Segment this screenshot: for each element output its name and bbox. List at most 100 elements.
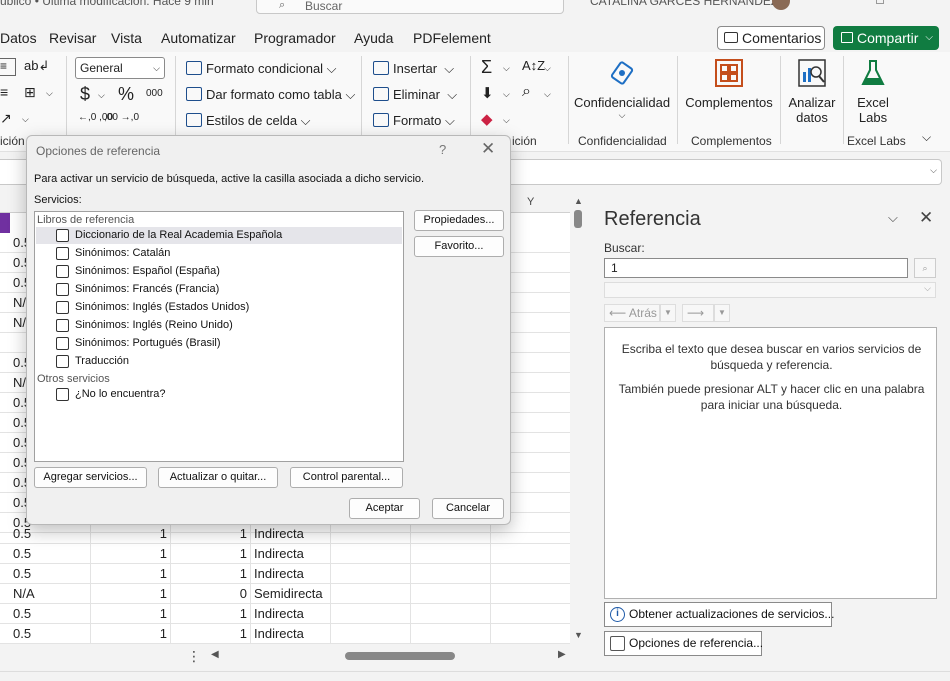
forward-dropdown[interactable]: ▼ [714,304,730,322]
favorite-button[interactable]: Favorito... [414,236,504,257]
ok-button[interactable]: Aceptar [349,498,420,519]
chevron-down-icon[interactable]: ⌵ [46,88,53,99]
service-checkbox[interactable] [56,229,69,242]
service-item[interactable]: Diccionario de la Real Academia Española [36,227,402,244]
scroll-down-icon[interactable]: ▼ [574,630,583,640]
align-left-icon[interactable]: ≡ [0,58,16,76]
cell-f[interactable] [411,564,491,584]
table-row[interactable]: 0.5 1 1 Indirecta [0,604,570,624]
cell-d[interactable]: Indirecta [251,604,331,624]
chevron-down-icon[interactable]: ⌵ [98,90,105,101]
cell-e[interactable] [331,564,411,584]
cell-d[interactable]: Indirecta [251,564,331,584]
chevron-down-icon[interactable]: ⌵ [925,26,933,50]
cell-g[interactable] [491,584,570,604]
cell-g[interactable] [491,564,570,584]
cell-a[interactable]: 0.5 [10,544,91,564]
reference-options-button[interactable]: Opciones de referencia... [604,631,763,656]
decrease-decimal-button[interactable]: ,00 →,0 [104,112,139,123]
cell-e[interactable] [331,584,411,604]
tab-automatizar[interactable]: Automatizar [161,30,236,46]
table-row[interactable]: 0.5 1 1 Indirecta [0,544,570,564]
service-checkbox[interactable] [56,319,69,332]
service-checkbox[interactable] [56,337,69,350]
highlighted-cell[interactable] [0,213,10,233]
format-button[interactable]: Formato ⌵ [373,113,455,129]
wrap-text-icon[interactable]: ab↲ [24,58,49,74]
cell-c[interactable]: 1 [171,624,251,644]
collapse-ribbon-icon[interactable]: ⌵ [922,130,931,145]
number-format-select[interactable]: General ⌵ [75,57,165,79]
cell-b[interactable]: 1 [91,584,171,604]
cell-f[interactable] [411,624,491,644]
table-row[interactable]: 0.5 1 1 Indirecta [0,524,570,544]
clear-icon[interactable]: ◆ [481,110,493,128]
thousands-button[interactable]: 000 [146,88,163,99]
comments-button[interactable]: Comentarios [717,26,825,50]
orientation-icon[interactable]: ↗ [0,110,12,127]
table-row[interactable]: N/A 1 0 Semidirecta [0,584,570,604]
service-checkbox[interactable] [56,283,69,296]
cell-b[interactable]: 1 [91,524,171,544]
service-checkbox[interactable] [56,265,69,278]
service-item[interactable]: Sinónimos: Inglés (Reino Unido) [36,317,402,334]
cell-c[interactable]: 1 [171,564,251,584]
scroll-left-icon[interactable]: ◀ [211,649,219,660]
cell-e[interactable] [331,604,411,624]
excel-labs-button[interactable]: Excel Labs [848,58,898,125]
cell-f[interactable] [411,544,491,564]
pane-options-icon[interactable]: ⌵ [888,210,898,226]
percent-button[interactable]: % [118,84,134,105]
back-button[interactable]: ⟵ Atrás [604,304,660,322]
table-row[interactable]: 0.5 1 1 Indirecta [0,624,570,644]
properties-button[interactable]: Propiedades... [414,210,504,231]
cell-f[interactable] [411,604,491,624]
services-list[interactable]: Libros de referencia Diccionario de la R… [34,211,404,462]
autosum-icon[interactable]: Σ [481,57,492,78]
cell-e[interactable] [331,524,411,544]
format-as-table-button[interactable]: Dar formato como tabla ⌵ [186,87,355,103]
tab-vista[interactable]: Vista [111,30,142,46]
delete-button[interactable]: Eliminar ⌵ [373,87,457,103]
vertical-scroll-thumb[interactable] [574,210,582,228]
cell-g[interactable] [491,544,570,564]
merge-cells-icon[interactable]: ⊞ [24,84,36,101]
back-dropdown[interactable]: ▼ [660,304,676,322]
start-search-icon[interactable]: ⌕ [914,258,936,278]
tab-ayuda[interactable]: Ayuda [354,30,393,46]
service-item[interactable]: Sinónimos: Portugués (Brasil) [36,335,402,352]
cell-g[interactable] [491,524,570,544]
analyze-data-button[interactable]: Analizar datos [786,58,838,125]
conditional-format-button[interactable]: Formato condicional ⌵ [186,61,337,77]
service-item[interactable]: ¿No lo encuentra? [36,386,402,403]
cell-d[interactable]: Indirecta [251,624,331,644]
cell-d[interactable]: Indirecta [251,524,331,544]
service-item[interactable]: Sinónimos: Inglés (Estados Unidos) [36,299,402,316]
cell-c[interactable]: 1 [171,544,251,564]
update-remove-button[interactable]: Actualizar o quitar... [158,467,278,488]
forward-button[interactable]: ⟶ [682,304,714,322]
cell-a[interactable]: 0.5 [10,604,91,624]
scroll-up-icon[interactable]: ▲ [574,196,583,206]
currency-button[interactable]: $ [80,84,90,105]
add-services-button[interactable]: Agregar servicios... [34,467,147,488]
cell-b[interactable]: 1 [91,564,171,584]
cancel-button[interactable]: Cancelar [432,498,504,519]
service-item[interactable]: Traducción [36,353,402,370]
service-checkbox[interactable] [56,388,69,401]
cell-d[interactable]: Indirecta [251,544,331,564]
cell-g[interactable] [491,624,570,644]
tab-programador[interactable]: Programador [254,30,336,46]
cell-c[interactable]: 1 [171,604,251,624]
restore-window-icon[interactable] [876,0,884,4]
cell-e[interactable] [331,544,411,564]
chevron-down-icon[interactable]: ⌵ [503,115,510,126]
addins-button[interactable]: Complementos [684,58,774,110]
chevron-down-icon[interactable]: ⌵ [503,63,510,74]
tab-datos[interactable]: Datos [0,30,37,46]
close-icon[interactable]: ✕ [481,139,495,159]
horizontal-scrollbar[interactable]: ⋮ ◀ ▶ [0,646,586,666]
indent-icon[interactable]: ≡ [0,84,8,100]
service-item[interactable]: Sinónimos: Catalán [36,245,402,262]
cell-g[interactable] [491,604,570,624]
